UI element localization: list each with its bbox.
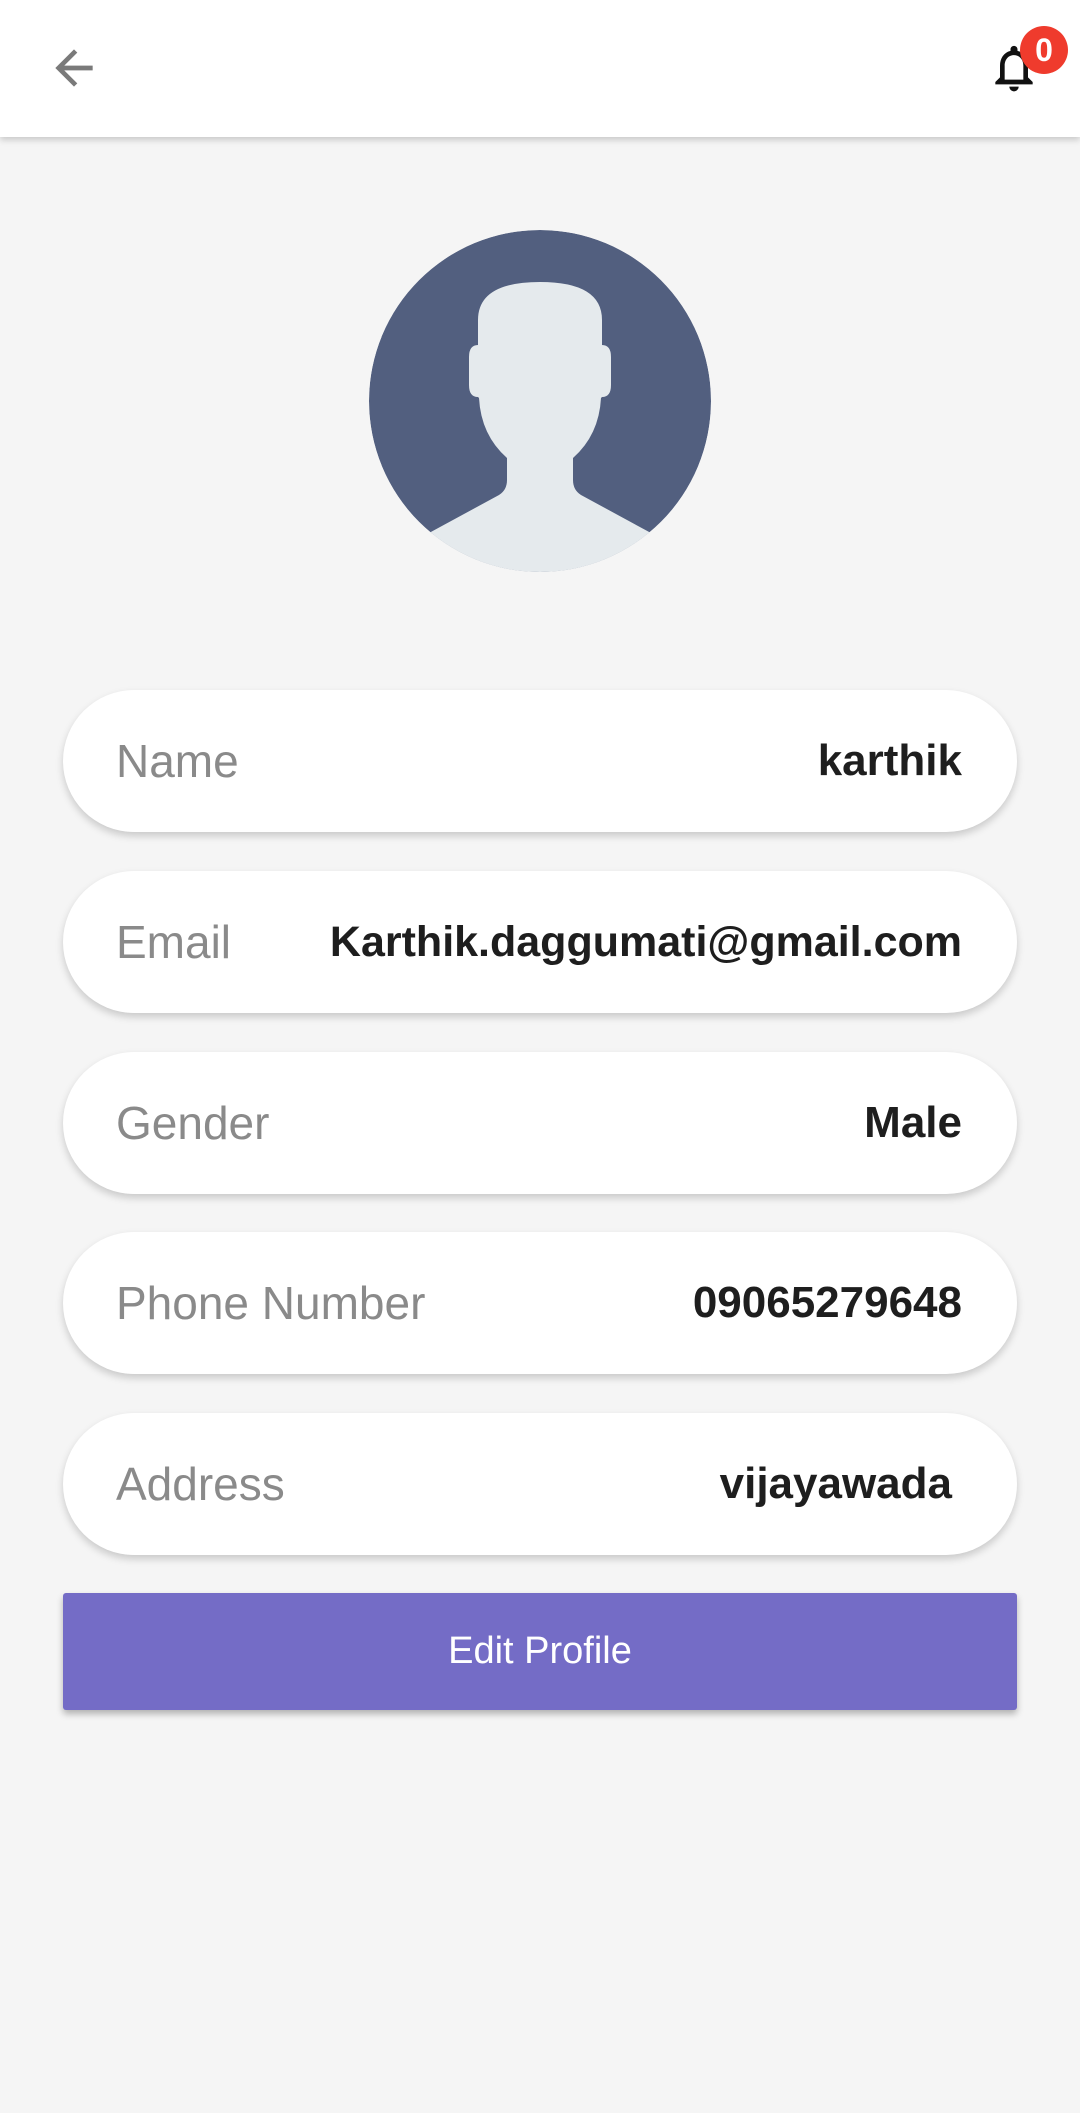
notification-count-badge: 0	[1020, 26, 1068, 74]
phone-value: 09065279648	[692, 1278, 962, 1327]
avatar[interactable]	[369, 230, 711, 572]
email-value: Karthik.daggumati@gmail.com	[329, 917, 962, 966]
address-label: Address	[116, 1458, 285, 1510]
app-bar: 0	[0, 0, 1080, 137]
email-label: Email	[116, 916, 232, 968]
phone-label: Phone Number	[116, 1277, 426, 1329]
user-silhouette-icon	[369, 230, 711, 572]
gender-value: Male	[864, 1098, 962, 1147]
back-button[interactable]	[34, 28, 114, 108]
address-value: vijayawada	[719, 1459, 952, 1508]
name-value: karthik	[817, 736, 962, 785]
name-field: Name karthik	[63, 690, 1017, 832]
email-field: Email Karthik.daggumati@gmail.com	[63, 871, 1017, 1013]
gender-field: Gender Male	[63, 1052, 1017, 1194]
edit-profile-button[interactable]: Edit Profile	[63, 1593, 1017, 1710]
name-label: Name	[116, 735, 239, 787]
arrow-left-icon	[55, 49, 93, 87]
phone-field: Phone Number 09065279648	[63, 1232, 1017, 1374]
gender-label: Gender	[116, 1097, 270, 1149]
notification-button[interactable]: 0	[976, 26, 1068, 112]
address-field: Address vijayawada	[63, 1413, 1017, 1555]
